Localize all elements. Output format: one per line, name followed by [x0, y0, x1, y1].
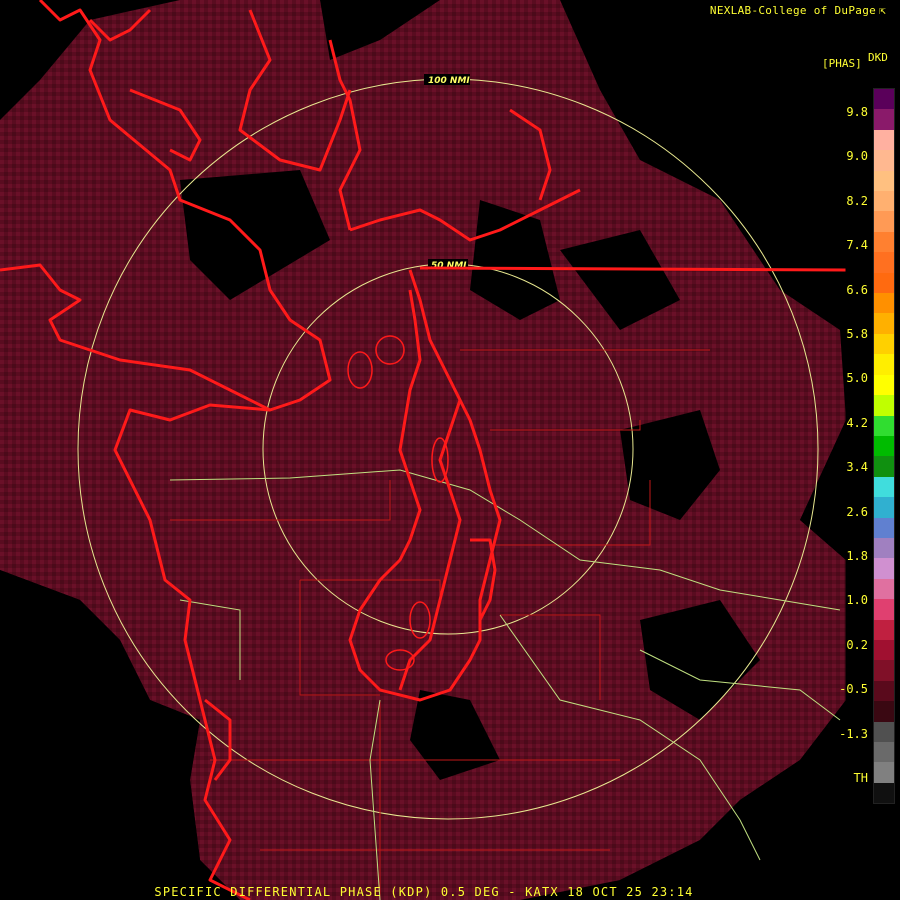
legend-swatch [874, 517, 894, 538]
legend-swatch [874, 742, 894, 763]
legend-swatch [874, 497, 894, 518]
legend-swatch [874, 231, 894, 253]
legend-swatch [874, 537, 894, 559]
legend-swatch [874, 415, 894, 436]
ring-label-100: 100 NMI [428, 76, 470, 86]
legend-tick-label: 5.8 [846, 327, 868, 341]
legend-swatch [874, 272, 894, 294]
legend-swatch [874, 599, 894, 620]
radar-map[interactable]: 100 NMI 50 NMI [0, 0, 900, 900]
external-link-icon[interactable]: ⇱ [879, 4, 886, 17]
color-legend-bar [873, 88, 895, 804]
legend-units: [PHAS] DKD [822, 52, 888, 70]
legend-tick-label: -0.5 [839, 682, 868, 697]
legend-swatch [874, 313, 894, 334]
legend-swatch [874, 252, 894, 273]
legend-tick-label: -1.3 [839, 726, 868, 741]
legend-swatch [874, 150, 894, 171]
legend-tick-label: 3.4 [846, 460, 868, 475]
legend-unit-label: [PHAS] [822, 57, 862, 70]
legend-swatch [874, 660, 894, 681]
legend-swatch [874, 558, 894, 579]
credit-label: NEXLAB-College of DuPage ⇱ [709, 4, 886, 17]
legend-swatch [874, 211, 894, 232]
legend-swatch [874, 639, 894, 661]
legend-swatch [874, 89, 894, 110]
legend-tick-label: 9.0 [846, 149, 868, 164]
legend-tick-label: 5.0 [846, 371, 868, 386]
legend-swatch [874, 578, 894, 600]
legend-swatch [874, 395, 894, 416]
radar-screen: 100 NMI 50 NMI NEXLAB-College of DuPage … [0, 0, 900, 900]
legend-tick-label: 1.0 [846, 593, 868, 608]
legend-swatch [874, 476, 894, 498]
legend-tick-label: 0.2 [846, 637, 868, 652]
legend-swatch [874, 762, 894, 783]
legend-swatch [874, 456, 894, 477]
legend-swatch [874, 701, 894, 722]
product-caption: SPECIFIC DIFFERENTIAL PHASE (KDP) 0.5 DE… [154, 885, 694, 899]
legend-swatch [874, 374, 894, 396]
legend-swatch [874, 619, 894, 640]
legend-swatch [874, 170, 894, 192]
legend-swatch [874, 354, 894, 375]
legend-product-code: DKD [868, 51, 888, 64]
legend-tick-label: 6.6 [846, 282, 868, 297]
legend-swatch [874, 333, 894, 355]
legend-swatch [874, 129, 894, 151]
legend-swatch [874, 680, 894, 702]
legend-tick-label: 2.6 [846, 504, 868, 519]
legend-swatch [874, 782, 894, 804]
legend-swatch [874, 191, 894, 212]
legend-tick-label: 9.8 [846, 105, 868, 119]
legend-tick-label: 4.2 [846, 415, 868, 430]
legend-swatch [874, 435, 894, 457]
legend-tick-label: 7.4 [846, 238, 868, 253]
legend-tick-label: TH [853, 771, 868, 785]
legend-tick-label: 8.2 [846, 193, 868, 208]
legend-swatch [874, 109, 894, 130]
legend-tick-label: 1.8 [846, 549, 868, 563]
legend-swatch [874, 721, 894, 742]
legend-swatch [874, 293, 894, 314]
